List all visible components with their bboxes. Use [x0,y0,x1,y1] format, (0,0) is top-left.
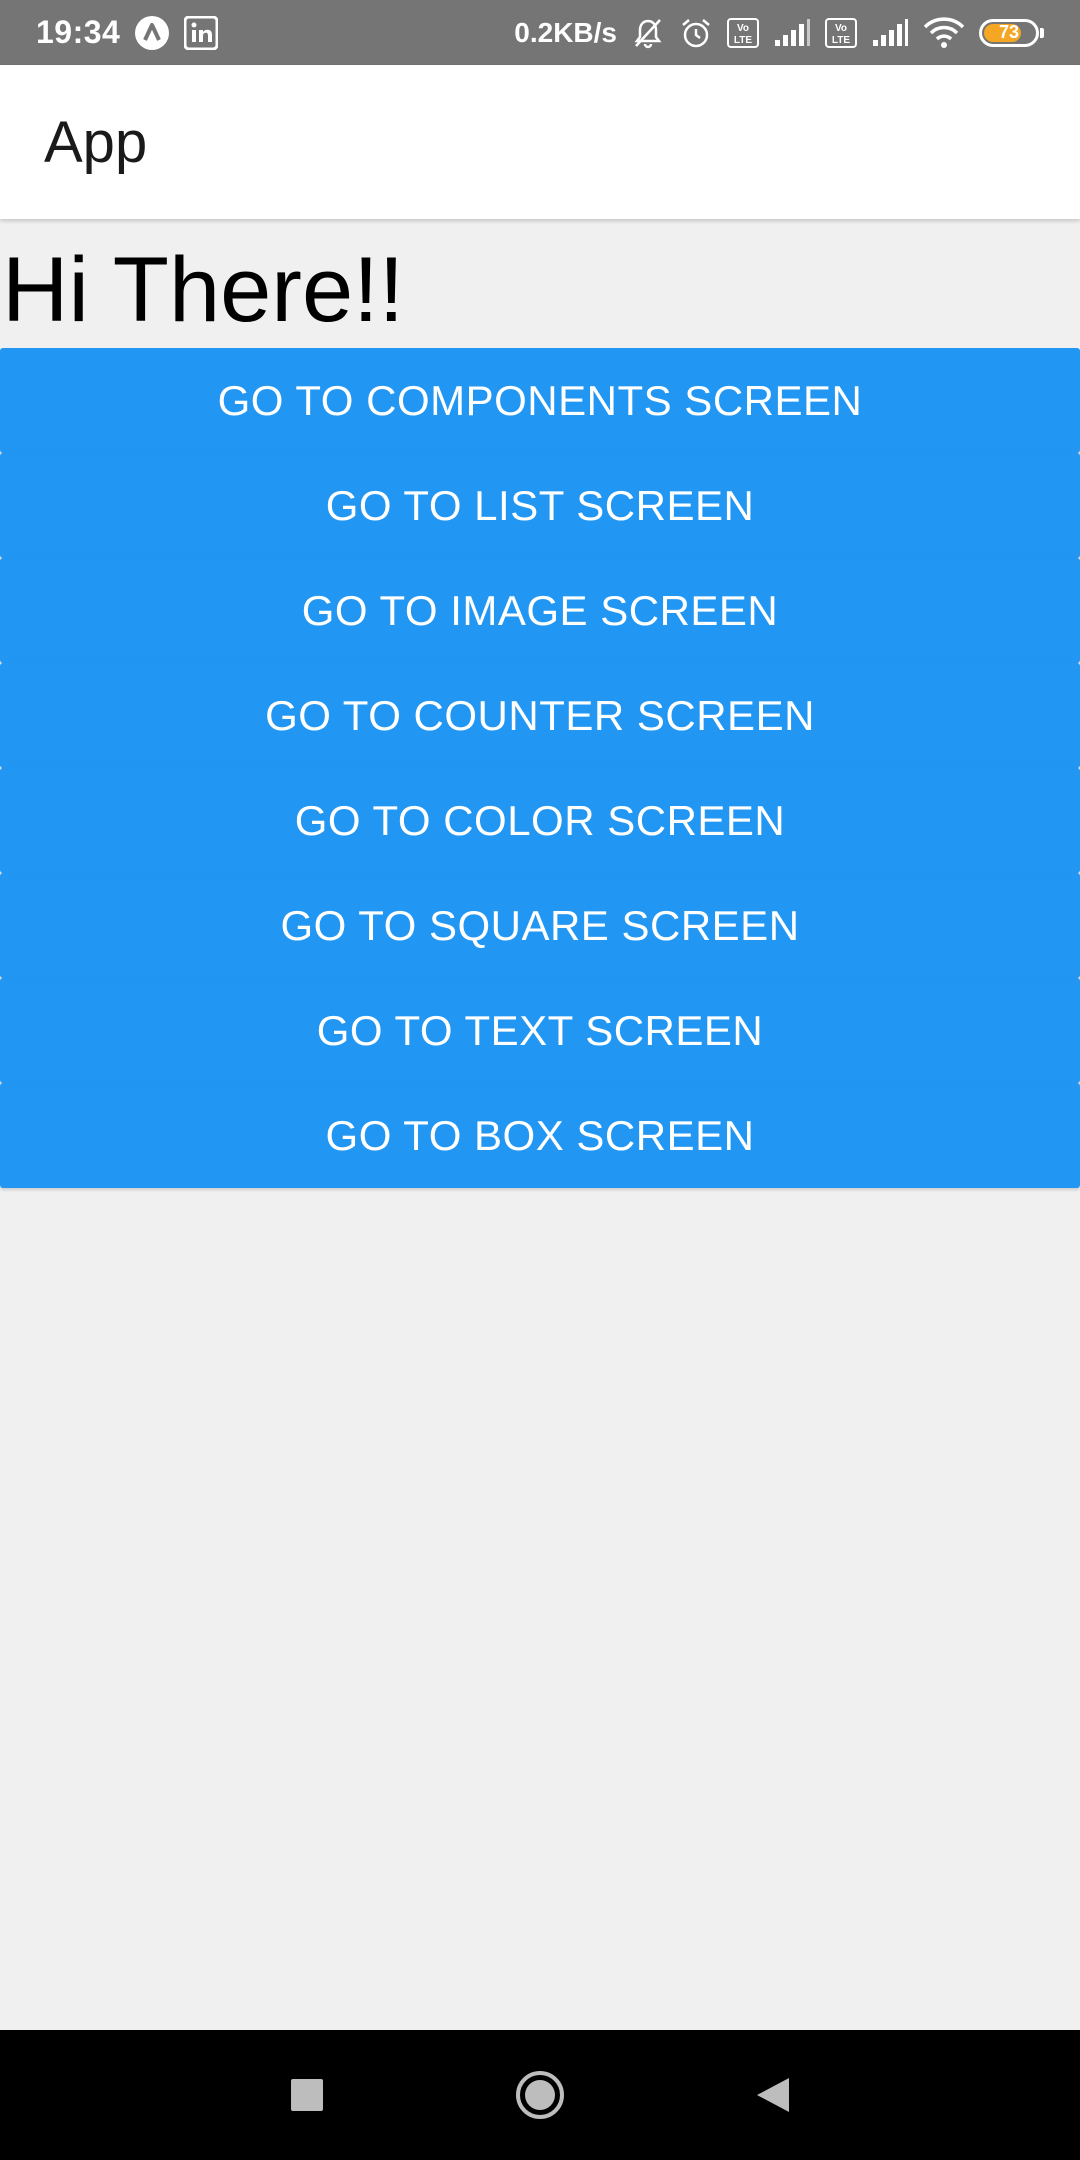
color-screen-button[interactable]: GO TO COLOR SCREEN [0,768,1080,873]
network-speed: 0.2KB/s [514,16,617,48]
back-icon[interactable] [733,2055,813,2135]
text-screen-button[interactable]: GO TO TEXT SCREEN [0,978,1080,1083]
image-screen-button[interactable]: GO TO IMAGE SCREEN [0,558,1080,663]
system-nav-bar [0,2030,1080,2160]
battery-icon: 73 [979,18,1044,47]
svg-text:LTE: LTE [734,35,752,46]
recents-icon[interactable] [267,2055,347,2135]
battery-level: 73 [998,22,1020,42]
app-screen: 19:34 0.2KB/s Vo LTE Vo LTE 73 App Hi Th… [0,0,1080,2160]
linkedin-icon [184,15,219,50]
greeting-text: Hi There!! [2,239,405,341]
square-screen-button[interactable]: GO TO SQUARE SCREEN [0,873,1080,978]
status-bar: 19:34 0.2KB/s Vo LTE Vo LTE 73 [0,0,1080,65]
status-left: 19:34 [36,14,219,51]
wifi-icon [923,16,965,49]
signal-icon [871,18,909,48]
svg-text:LTE: LTE [832,35,850,46]
battery-body: 73 [979,18,1039,47]
svg-text:Vo: Vo [737,23,749,34]
alarm-icon [679,16,713,50]
volte-icon: Vo LTE [727,17,759,48]
assistant-icon [134,15,170,51]
battery-tip [1040,27,1044,38]
home-icon[interactable] [500,2055,580,2135]
button-list: GO TO COMPONENTS SCREEN GO TO LIST SCREE… [0,348,1080,1188]
components-screen-button[interactable]: GO TO COMPONENTS SCREEN [0,348,1080,453]
counter-screen-button[interactable]: GO TO COUNTER SCREEN [0,663,1080,768]
list-screen-button[interactable]: GO TO LIST SCREEN [0,453,1080,558]
mute-icon [631,16,665,50]
app-bar: App [0,65,1080,219]
box-screen-button[interactable]: GO TO BOX SCREEN [0,1083,1080,1188]
svg-text:Vo: Vo [835,23,847,34]
signal-icon [773,18,811,48]
status-right: 0.2KB/s Vo LTE Vo LTE 73 [514,16,1044,50]
volte-icon: Vo LTE [825,17,857,48]
app-title: App [44,109,148,175]
status-time: 19:34 [36,14,121,50]
